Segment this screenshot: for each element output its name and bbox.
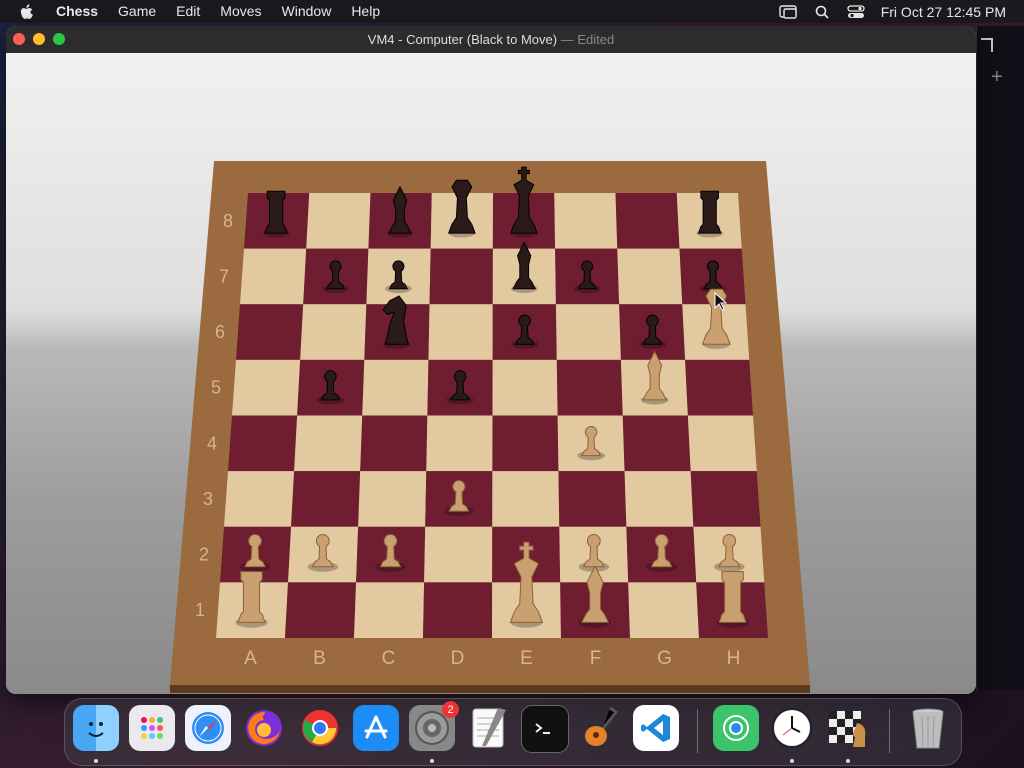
- firefox-icon[interactable]: [241, 705, 287, 751]
- square-d6[interactable]: [428, 304, 493, 360]
- chess-board[interactable]: 8 7 6 5 4 3 2 1 A B C D E F G H: [6, 53, 976, 694]
- file-label-a: A: [244, 648, 257, 669]
- control-center-icon[interactable]: [845, 3, 867, 21]
- window-title: VM4 - Computer (Black to Move) — Edited: [6, 32, 976, 47]
- file-label-h: H: [727, 648, 741, 669]
- board-frame-edge: [170, 685, 810, 693]
- square-b4[interactable]: [294, 415, 363, 472]
- background-window[interactable]: +: [976, 26, 1024, 690]
- dock-separator: [697, 709, 698, 753]
- screen-mirroring-icon[interactable]: [777, 3, 799, 21]
- square-b6[interactable]: [300, 304, 367, 360]
- title-bar[interactable]: VM4 - Computer (Black to Move) — Edited: [6, 26, 976, 53]
- square-a4[interactable]: [228, 415, 298, 472]
- terminal-icon[interactable]: [521, 705, 569, 753]
- finder-icon[interactable]: [73, 705, 119, 751]
- square-d1[interactable]: [423, 582, 493, 638]
- square-h4[interactable]: [687, 415, 757, 472]
- rank-label-8: 8: [223, 211, 233, 231]
- square-d4[interactable]: [426, 415, 493, 472]
- guitar-icon[interactable]: [577, 705, 623, 751]
- gear-icon[interactable]: 2: [409, 701, 459, 751]
- rank-label-4: 4: [207, 433, 217, 453]
- app-store-icon[interactable]: [353, 705, 399, 751]
- file-label-g: G: [657, 648, 672, 669]
- rank-label-6: 6: [215, 322, 225, 342]
- square-g1[interactable]: [628, 582, 699, 638]
- chess-icon[interactable]: [825, 705, 871, 751]
- menu-window[interactable]: Window: [272, 0, 342, 23]
- square-g8[interactable]: [615, 193, 680, 249]
- square-b1[interactable]: [285, 582, 357, 638]
- menu-game[interactable]: Game: [108, 0, 166, 23]
- menu-bar: Chess Game Edit Moves Window Help Fri Oc…: [0, 0, 1024, 23]
- chrome-icon[interactable]: [297, 705, 343, 751]
- rank-label-5: 5: [211, 378, 221, 398]
- safari-icon[interactable]: [185, 705, 231, 751]
- square-e5[interactable]: [492, 359, 558, 416]
- square-f8[interactable]: [554, 193, 618, 249]
- apple-menu-icon[interactable]: [16, 1, 38, 23]
- rank-label-2: 2: [199, 545, 209, 565]
- launchpad-icon[interactable]: [129, 705, 175, 751]
- window-title-separator: —: [560, 32, 574, 47]
- square-a3[interactable]: [224, 471, 295, 527]
- menu-moves[interactable]: Moves: [210, 0, 271, 23]
- square-h3[interactable]: [690, 471, 761, 527]
- board-scene[interactable]: 8 7 6 5 4 3 2 1 A B C D E F G H: [6, 53, 976, 694]
- dock: 2: [64, 698, 962, 766]
- plus-icon[interactable]: +: [991, 66, 1003, 89]
- file-label-f: F: [590, 648, 602, 669]
- square-c4[interactable]: [360, 415, 428, 472]
- square-f6[interactable]: [555, 304, 621, 360]
- rank-label-1: 1: [195, 600, 205, 620]
- file-label-d: D: [451, 648, 465, 669]
- window-corner-icon: [981, 38, 993, 52]
- square-a6[interactable]: [236, 304, 304, 360]
- notification-badge: 2: [442, 701, 459, 718]
- square-b8[interactable]: [306, 193, 371, 249]
- rank-label-7: 7: [219, 266, 229, 286]
- square-c3[interactable]: [358, 471, 427, 527]
- trash-icon[interactable]: [905, 705, 951, 751]
- file-label-c: C: [382, 648, 396, 669]
- menu-clock[interactable]: Fri Oct 27 12:45 PM: [881, 4, 1006, 20]
- file-label-b: B: [313, 648, 326, 669]
- square-c5[interactable]: [362, 359, 429, 416]
- square-e3[interactable]: [492, 471, 560, 527]
- menu-edit[interactable]: Edit: [166, 0, 210, 23]
- finder-running-indicator: [94, 759, 98, 763]
- chess-window: VM4 - Computer (Black to Move) — Edited …: [6, 26, 976, 694]
- square-a7[interactable]: [240, 248, 307, 305]
- square-g7[interactable]: [617, 248, 683, 305]
- square-e4[interactable]: [492, 415, 559, 472]
- square-f5[interactable]: [556, 359, 623, 416]
- settings-running-indicator: [430, 759, 434, 763]
- find-my-icon[interactable]: [713, 705, 759, 751]
- square-g3[interactable]: [624, 471, 694, 527]
- vscode-icon[interactable]: [633, 705, 679, 751]
- menu-app-name[interactable]: Chess: [46, 0, 108, 23]
- textedit-icon[interactable]: [465, 705, 511, 751]
- rank-label-3: 3: [203, 489, 213, 509]
- square-d7[interactable]: [429, 248, 493, 305]
- edited-indicator: Edited: [577, 32, 615, 47]
- square-d2[interactable]: [424, 526, 493, 583]
- square-c1[interactable]: [354, 582, 425, 638]
- chess-running-indicator: [846, 759, 850, 763]
- square-b3[interactable]: [291, 471, 361, 527]
- menu-help[interactable]: Help: [341, 0, 390, 23]
- square-g4[interactable]: [622, 415, 691, 472]
- window-title-text: VM4 - Computer (Black to Move): [367, 32, 558, 47]
- square-f3[interactable]: [558, 471, 627, 527]
- search-icon[interactable]: [811, 3, 833, 21]
- clock-running-indicator: [790, 759, 794, 763]
- file-label-e: E: [520, 648, 533, 669]
- clock-icon[interactable]: [769, 705, 815, 751]
- dock-separator-trash: [889, 709, 890, 753]
- square-a5[interactable]: [232, 359, 301, 416]
- square-h5[interactable]: [685, 359, 753, 416]
